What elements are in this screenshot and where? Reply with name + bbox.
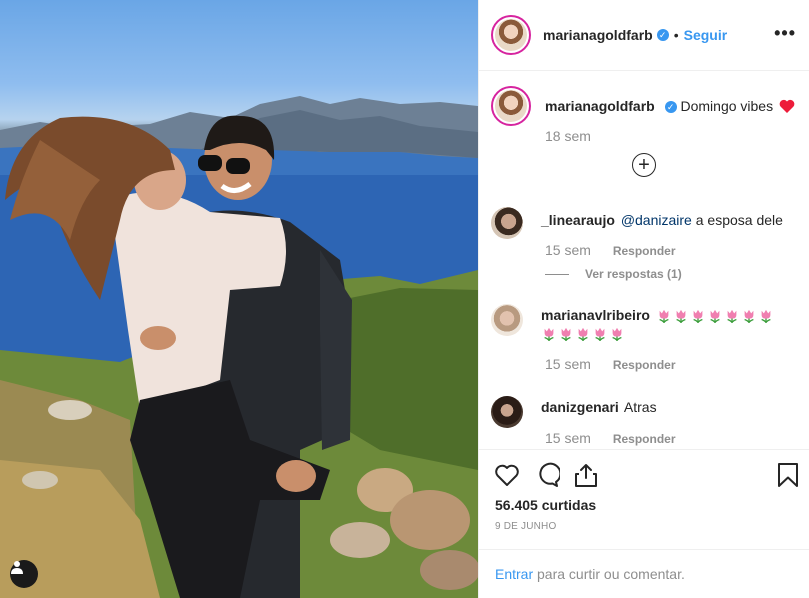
- tulip-emoji-icon: [744, 310, 754, 324]
- verified-badge-icon: ✓: [656, 29, 669, 41]
- comment-username[interactable]: danizgenari: [541, 399, 619, 415]
- comment-item: danizgenari Atras: [491, 396, 791, 428]
- tulip-emoji-icon: [727, 310, 737, 324]
- caption-time: 18 sem: [545, 128, 591, 144]
- user-tag-icon[interactable]: [10, 560, 38, 588]
- reply-button[interactable]: Responder: [613, 244, 676, 258]
- verified-badge-icon: ✓: [664, 101, 677, 114]
- comment-meta: 15 sem Responder: [545, 356, 676, 372]
- login-link[interactable]: Entrar: [495, 566, 533, 582]
- follow-button[interactable]: Seguir: [684, 27, 728, 43]
- avatar[interactable]: [491, 207, 523, 239]
- reply-button[interactable]: Responder: [613, 432, 676, 446]
- tulip-emoji-icon: [676, 310, 686, 324]
- comment-text: a esposa dele: [691, 212, 783, 228]
- tulip-emoji-icon: [561, 328, 571, 342]
- post-date[interactable]: 9 DE JUNHO: [495, 521, 556, 532]
- share-icon[interactable]: [573, 462, 599, 488]
- comment-meta: 15 sem Responder: [545, 430, 676, 446]
- post-photo[interactable]: [0, 0, 478, 598]
- heart-icon[interactable]: [494, 462, 520, 488]
- comment-time: 15 sem: [545, 356, 591, 372]
- tulip-emoji-icon: [761, 310, 771, 324]
- tulip-emoji-icon: [595, 328, 605, 342]
- author-avatar[interactable]: [491, 15, 531, 55]
- comment-meta: 15 sem Responder: [545, 242, 676, 258]
- tulip-emoji-icon: [659, 310, 669, 324]
- avatar[interactable]: [491, 396, 523, 428]
- post-panel: marianagoldfarb ✓ • Seguir ••• marianago…: [478, 0, 809, 598]
- avatar[interactable]: [491, 304, 523, 336]
- login-prompt: Entrar para curtir ou comentar.: [479, 549, 809, 598]
- login-prompt-text: para curtir ou comentar.: [533, 566, 685, 582]
- avatar[interactable]: [491, 86, 531, 126]
- photo-scene: [0, 96, 478, 598]
- bookmark-icon[interactable]: [775, 462, 801, 488]
- separator-dot: •: [673, 27, 679, 43]
- comment-time: 15 sem: [545, 242, 591, 258]
- comment-time: 15 sem: [545, 430, 591, 446]
- tulip-emoji-icon: [578, 328, 588, 342]
- tulip-emoji-icon: [693, 310, 703, 324]
- more-options-icon[interactable]: •••: [774, 24, 796, 42]
- view-replies-label: Ver respostas (1): [585, 267, 682, 281]
- plus-circle-icon[interactable]: +: [632, 153, 656, 177]
- comment-text: Atras: [623, 399, 657, 415]
- post-header: marianagoldfarb ✓ • Seguir •••: [479, 0, 809, 71]
- reply-button[interactable]: Responder: [613, 358, 676, 372]
- heart-emoji-icon: [779, 99, 795, 113]
- author-username[interactable]: marianagoldfarb: [543, 27, 653, 43]
- divider: [545, 273, 569, 275]
- caption-username[interactable]: marianagoldfarb: [545, 98, 655, 114]
- action-bar: 56.405 curtidas 9 DE JUNHO: [479, 449, 809, 549]
- comment-icon[interactable]: [534, 462, 560, 488]
- tulip-emoji-icon: [544, 328, 554, 342]
- comment-item: marianavlribeiro: [491, 304, 791, 342]
- tulip-emoji-icon: [710, 310, 720, 324]
- caption-text: Domingo vibes: [680, 98, 774, 114]
- caption: marianagoldfarb ✓ Domingo vibes: [491, 86, 795, 126]
- likes-count[interactable]: 56.405 curtidas: [495, 497, 596, 513]
- comment-username[interactable]: marianavlribeiro: [541, 307, 650, 323]
- comment-item: _linearaujo @danizaire a esposa dele: [491, 207, 791, 239]
- comment-username[interactable]: _linearaujo: [541, 212, 615, 228]
- view-replies-button[interactable]: Ver respostas (1): [545, 267, 682, 281]
- comments-list[interactable]: marianagoldfarb ✓ Domingo vibes 18 sem +…: [479, 72, 809, 448]
- comment-mention[interactable]: @danizaire: [621, 212, 692, 228]
- tulip-emoji-icon: [612, 328, 622, 342]
